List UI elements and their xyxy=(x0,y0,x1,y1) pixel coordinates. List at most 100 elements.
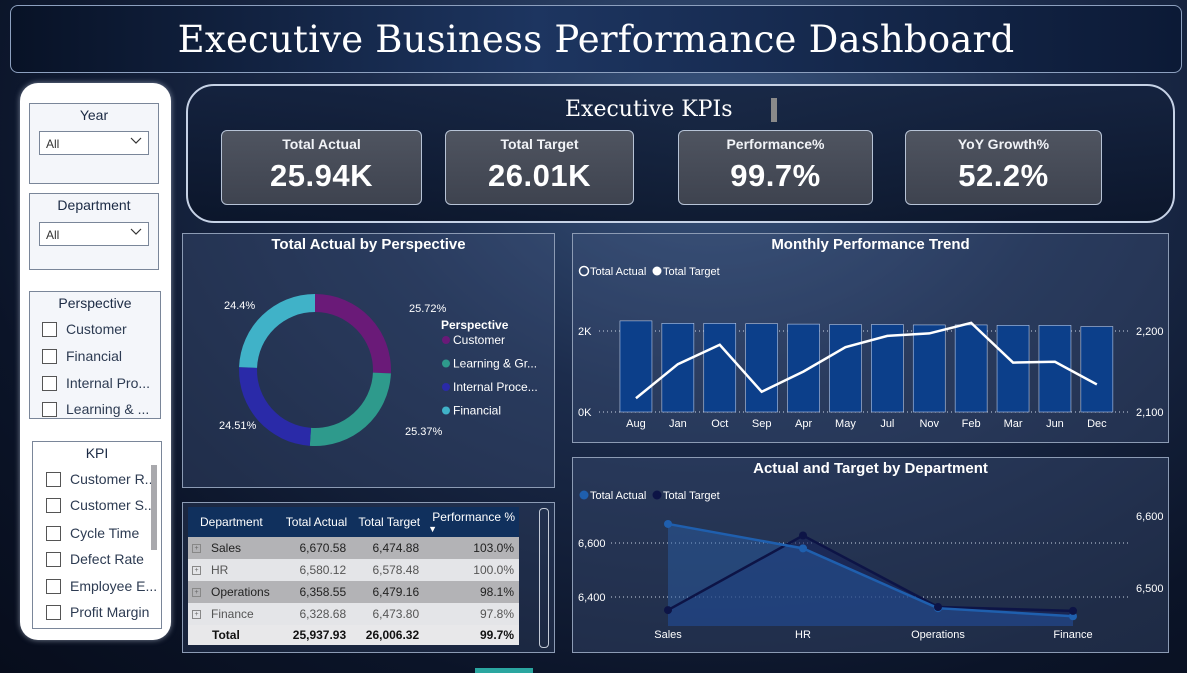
dashboard-header: Executive Business Performance Dashboard xyxy=(10,5,1182,73)
legend-label[interactable]: Financial xyxy=(453,404,501,418)
bar[interactable] xyxy=(745,323,778,413)
expand-icon[interactable]: + xyxy=(192,566,201,576)
bar[interactable] xyxy=(996,325,1030,413)
dept-chart: Total Actual Total Target 6,600 6,400 6,… xyxy=(578,490,1164,641)
kpi-card-performance[interactable]: Performance% 99.7% xyxy=(678,130,873,205)
x-tick: Oct xyxy=(711,418,728,430)
option-label: Cycle Time xyxy=(70,525,140,541)
legend-label[interactable]: Internal Proce... xyxy=(453,380,538,394)
column-header[interactable]: Total Target xyxy=(351,507,425,537)
kpi-option[interactable]: Cycle Time xyxy=(46,525,139,541)
table-row[interactable]: + Finance 6,328.68 6,473.80 97.8% xyxy=(188,603,519,625)
table-row[interactable]: + Operations 6,358.55 6,479.16 98.1% xyxy=(188,581,519,603)
expand-icon[interactable]: + xyxy=(192,588,201,598)
actual-cell: 6,670.58 xyxy=(278,537,352,559)
donut-slice[interactable] xyxy=(315,294,391,374)
legend-label: Total Target xyxy=(663,266,720,278)
target-point[interactable] xyxy=(799,531,807,540)
checkbox[interactable] xyxy=(46,525,61,541)
kpi-slicer-scrollbar[interactable] xyxy=(151,465,157,550)
perspective-option-learning[interactable]: Learning & ... xyxy=(42,401,149,417)
year-dropdown-value: All xyxy=(46,137,60,151)
bar[interactable] xyxy=(619,320,653,413)
legend-marker xyxy=(442,359,450,368)
table-row[interactable]: + HR 6,580.12 6,578.48 100.0% xyxy=(188,559,519,581)
checkbox[interactable] xyxy=(46,551,61,567)
donut-slice[interactable] xyxy=(239,367,312,446)
department-cell: + Operations xyxy=(188,581,279,603)
donut-chart: 25.72% 25.37% 24.51% 24.4% Perspective Cust… xyxy=(219,294,538,446)
expand-icon[interactable]: + xyxy=(192,610,201,620)
actual-cell: 6,580.12 xyxy=(278,559,352,581)
page-title: Executive Business Performance Dashboard xyxy=(177,17,1015,61)
option-label: Learning & ... xyxy=(66,401,150,417)
checkbox[interactable] xyxy=(46,471,61,487)
trend-visual[interactable]: Monthly Performance Trend Total Actual T… xyxy=(572,233,1169,443)
total-label: Total xyxy=(188,625,279,645)
bar[interactable] xyxy=(661,323,695,413)
bar[interactable] xyxy=(912,324,946,413)
legend-label: Total Actual xyxy=(590,490,646,502)
table-row[interactable]: + Sales 6,670.58 6,474.88 103.0% xyxy=(188,537,519,559)
donut-slice[interactable] xyxy=(309,372,391,446)
bar[interactable] xyxy=(829,324,862,413)
slice-label: 24.4% xyxy=(224,300,255,312)
kpi-option[interactable]: Customer R.. xyxy=(46,471,152,487)
kpi-card-total-actual[interactable]: Total Actual 25.94K xyxy=(221,130,422,205)
legend-marker xyxy=(442,336,450,344)
department-name: Finance xyxy=(211,607,254,621)
perspective-option-financial[interactable]: Financial xyxy=(42,348,122,364)
table-header-row: Department Total Actual Total Target Per… xyxy=(188,507,519,537)
checkbox[interactable] xyxy=(42,348,57,364)
slice-label: 25.72% xyxy=(409,303,447,315)
actual-point[interactable] xyxy=(664,519,672,528)
department-dropdown[interactable]: All xyxy=(39,222,149,246)
total-label-text: Total xyxy=(212,628,240,642)
trend-chart: Total Actual Total Target 2K 0K 2,200 2,… xyxy=(578,265,1164,430)
dept-visual[interactable]: Actual and Target by Department Total Ac… xyxy=(572,457,1169,653)
checkbox[interactable] xyxy=(42,375,57,391)
slicer-panel: Year All Department All Perspective Cust… xyxy=(20,83,171,640)
checkbox[interactable] xyxy=(42,321,57,337)
year-dropdown[interactable]: All xyxy=(39,131,149,155)
kpi-slicer-title: KPI xyxy=(85,445,109,461)
actual-cell: 6,328.68 xyxy=(278,603,352,625)
legend-label[interactable]: Customer xyxy=(453,333,505,347)
checkbox[interactable] xyxy=(42,401,57,417)
kpi-option[interactable]: Defect Rate xyxy=(46,551,144,567)
checkbox[interactable] xyxy=(46,497,61,513)
column-header-sorted[interactable]: Performance % ▼ xyxy=(424,507,519,537)
department-name: Operations xyxy=(211,585,270,599)
kpi-option[interactable]: Customer S.. xyxy=(46,497,152,513)
option-label: Employee E... xyxy=(70,578,158,594)
page-tab-indicator[interactable] xyxy=(475,668,533,673)
checkbox[interactable] xyxy=(46,578,61,594)
department-cell: + Sales xyxy=(188,537,279,559)
perspective-option-customer[interactable]: Customer xyxy=(42,321,127,337)
y-tick-right: 2,200 xyxy=(1136,326,1164,338)
bar[interactable] xyxy=(954,324,988,413)
target-point[interactable] xyxy=(1069,606,1077,615)
column-header[interactable]: Department xyxy=(188,507,279,537)
kpi-card-total-target[interactable]: Total Target 26.01K xyxy=(445,130,634,205)
perspective-slicer: Perspective Customer Financial Internal … xyxy=(29,291,161,419)
legend-label[interactable]: Learning & Gr... xyxy=(453,357,537,371)
expand-icon[interactable]: + xyxy=(192,544,201,554)
kpi-option[interactable]: Employee E... xyxy=(46,578,157,594)
total-performance-cell: 99.7% xyxy=(424,625,519,645)
table-scrollbar[interactable] xyxy=(539,508,549,648)
option-label: Customer S.. xyxy=(70,497,152,513)
perspective-option-internal[interactable]: Internal Pro... xyxy=(42,375,150,391)
bar[interactable] xyxy=(1080,326,1114,413)
kpi-card-label: Performance% xyxy=(726,136,825,152)
bar[interactable] xyxy=(703,323,737,413)
target-point[interactable] xyxy=(934,603,942,612)
bar[interactable] xyxy=(787,323,820,413)
kpi-card-yoy-growth[interactable]: YoY Growth% 52.2% xyxy=(905,130,1102,205)
actual-point[interactable] xyxy=(799,544,807,553)
target-point[interactable] xyxy=(664,606,672,615)
donut-visual[interactable]: Total Actual by Perspective 25.72% 25.37%… xyxy=(182,233,555,488)
checkbox[interactable] xyxy=(46,604,61,620)
kpi-option[interactable]: Profit Margin xyxy=(46,604,149,620)
column-header[interactable]: Total Actual xyxy=(278,507,352,537)
